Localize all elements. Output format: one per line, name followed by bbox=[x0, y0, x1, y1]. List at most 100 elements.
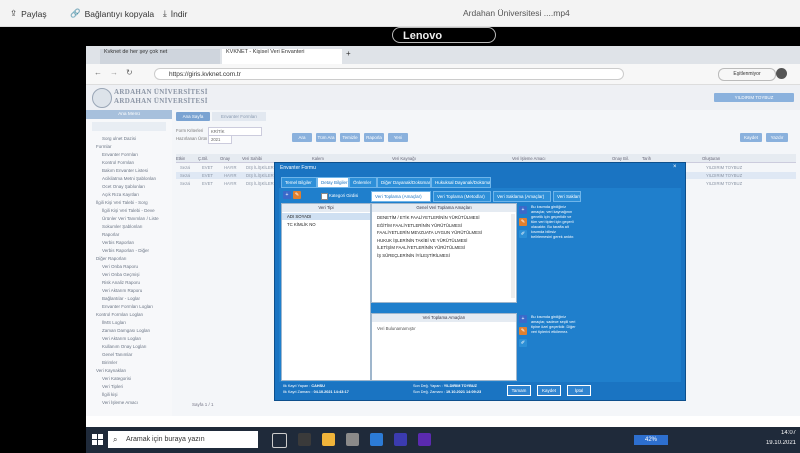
store-icon[interactable] bbox=[394, 433, 407, 446]
sidebar-item[interactable]: Ürünler Veri Tanımları / Liste bbox=[102, 216, 159, 221]
taskbar-search[interactable]: ⌕ Aramak için buraya yazın bbox=[108, 431, 258, 448]
sidebar-item[interactable]: İlgili kişi bbox=[102, 392, 118, 397]
sidebar-item[interactable]: Verbis Raporları - Diğer bbox=[102, 248, 149, 253]
new-tab-icon[interactable]: + bbox=[346, 49, 351, 58]
sidebar-item[interactable]: Veri Kategorisi bbox=[102, 376, 131, 381]
column-header[interactable]: Etkin bbox=[176, 156, 185, 161]
modal-subtab[interactable]: Veri Toplama (Metodlar) bbox=[433, 191, 491, 202]
profile-button[interactable]: Eşitlenmiyor bbox=[718, 68, 776, 81]
sidebar-item[interactable]: Ocet Onay Şablonları bbox=[102, 184, 145, 189]
tab-home[interactable]: Ana Sayfa bbox=[176, 112, 210, 121]
purpose-item[interactable]: FAALİYETLERİN MEVZUATA UYGUN YÜRÜTÜLMESİ bbox=[377, 230, 482, 235]
sidebar-item[interactable]: Veri Tipleri bbox=[102, 384, 123, 389]
purpose-item[interactable]: İLETİŞİM FAALİYETLERİNİN YÜRÜTÜLMESİ bbox=[377, 245, 465, 250]
column-header[interactable]: Kalem bbox=[312, 156, 324, 161]
sidebar-item[interactable]: Sorg ulnet Dazisi bbox=[102, 136, 136, 141]
user-button[interactable]: YILDIRIM TOYBUZ bbox=[714, 93, 794, 102]
sidebar-item[interactable]: Veri İşleme Amacı bbox=[102, 400, 138, 405]
sidebar-item[interactable]: Envanter Formları bbox=[102, 152, 138, 157]
browser-tab-2[interactable]: KVKNET - Kişisel Veri Envanteri bbox=[222, 49, 342, 64]
sidebar-item[interactable]: Birimler bbox=[102, 360, 117, 365]
save-button[interactable]: Kaydet bbox=[537, 385, 561, 396]
modal-subtab[interactable]: Veri Saklama (Amaçlar) bbox=[493, 191, 551, 202]
sidebar-item[interactable]: Raporlar bbox=[102, 232, 119, 237]
modal-tab[interactable]: Temel Bilgiler bbox=[281, 177, 317, 188]
mail-icon[interactable] bbox=[346, 433, 359, 446]
toolbar-button[interactable]: Tüm Ara bbox=[316, 133, 336, 142]
sidebar-item[interactable]: Envanter Formları Logları bbox=[102, 304, 153, 309]
sidebar-item[interactable]: İlgili Kişi Veri Talebi - Deve bbox=[102, 208, 155, 213]
refresh-icon[interactable]: ↻ bbox=[126, 68, 133, 77]
modal-subtab[interactable]: Veri Saklam bbox=[553, 191, 581, 202]
copy-link-button[interactable]: 🔗 Bağlantıyı kopyala bbox=[70, 8, 154, 19]
modal-tab[interactable]: Diğer Dayanak/Dokümanlar bbox=[377, 177, 431, 188]
browser-tab-1[interactable]: Kvknet de her şey çok net bbox=[100, 49, 220, 64]
pencil-icon[interactable]: ✐ bbox=[519, 230, 527, 238]
back-icon[interactable]: ← bbox=[94, 68, 102, 77]
sidebar-item[interactable]: İlMS Logları bbox=[102, 320, 126, 325]
url-field[interactable]: https://giris.kvknet.com.tr bbox=[154, 68, 624, 80]
close-icon[interactable]: × bbox=[673, 164, 677, 170]
sidebar-item[interactable]: Diğer Raporları bbox=[96, 256, 127, 261]
app-icon[interactable] bbox=[298, 433, 311, 446]
sidebar-item[interactable]: Risk Analiz Raporu bbox=[102, 280, 140, 285]
column-header[interactable]: Tarih bbox=[642, 156, 651, 161]
toolbar-button[interactable]: Raporla bbox=[364, 133, 384, 142]
sidebar-item[interactable]: Acikilatma Metni Şablonları bbox=[102, 176, 156, 181]
cancel-button[interactable]: İptal bbox=[567, 385, 591, 396]
action-button[interactable]: Yazdır bbox=[766, 133, 788, 142]
column-header[interactable]: Onay Bil. bbox=[612, 156, 629, 161]
download-button[interactable]: ⤓ İndir bbox=[163, 8, 187, 19]
sidebar-item[interactable]: Kullanım Onay Logları bbox=[102, 344, 147, 349]
add-icon[interactable]: + bbox=[283, 191, 291, 199]
purpose-item[interactable]: HUKUK İŞLERİNİN TAKİBİ VE YÜRÜTÜLMESİ bbox=[377, 238, 468, 243]
column-header[interactable]: Veri İşleme Amacı bbox=[512, 156, 546, 161]
battery-indicator[interactable]: 42% bbox=[634, 435, 668, 445]
sidebar-item[interactable]: Sokumler Şablonları bbox=[102, 224, 143, 229]
sidebar-item[interactable]: Formlar bbox=[96, 144, 112, 149]
category-checkbox[interactable] bbox=[321, 193, 328, 200]
edit-icon[interactable]: ✎ bbox=[519, 218, 527, 226]
scrollbar[interactable] bbox=[511, 214, 515, 298]
sidebar-item[interactable]: Veri Aktarım Raporu bbox=[102, 288, 142, 293]
sidebar-item[interactable]: Veri Aktarım Logları bbox=[102, 336, 141, 341]
sidebar-item[interactable]: Açık Rıza Kayıtları bbox=[102, 192, 139, 197]
folder-icon[interactable] bbox=[322, 433, 335, 446]
column-header[interactable]: Oluşturan bbox=[702, 156, 720, 161]
edit-icon[interactable]: ✎ bbox=[293, 191, 301, 199]
pencil-icon[interactable]: ✐ bbox=[519, 339, 527, 347]
task-view-icon[interactable] bbox=[272, 433, 287, 448]
modal-tab[interactable]: Detay Bilgiler bbox=[317, 177, 349, 188]
column-header[interactable]: Veri Kaynağı bbox=[392, 156, 416, 161]
purpose-item[interactable]: İŞ SÜREÇLERİNİN İYİLEŞTİRİLMESİ bbox=[377, 253, 450, 258]
toolbar-button[interactable]: Yeni bbox=[388, 133, 408, 142]
purpose-item[interactable]: DENETİM / ETİK FAALİYETLERİNİN YÜRÜTÜLME… bbox=[377, 215, 480, 220]
sidebar-item[interactable]: Veri Kaynakları bbox=[96, 368, 126, 373]
edge-icon[interactable] bbox=[370, 433, 383, 446]
column-header[interactable]: Ç.Bil. bbox=[198, 156, 208, 161]
action-button[interactable]: Kaydet bbox=[740, 133, 762, 142]
sidebar-item[interactable]: Kontrol Formları bbox=[102, 160, 134, 165]
sidebar-item[interactable]: Veri Onba Geçmişi bbox=[102, 272, 140, 277]
edit-icon[interactable]: ✎ bbox=[519, 327, 527, 335]
ok-button[interactable]: Tamam bbox=[507, 385, 531, 396]
share-button[interactable]: ⇪ Paylaş bbox=[10, 8, 47, 19]
avatar[interactable] bbox=[776, 68, 787, 79]
toolbar-button[interactable]: Ara bbox=[292, 133, 312, 142]
column-header[interactable]: Veri Sahibi bbox=[242, 156, 262, 161]
teams-icon[interactable] bbox=[418, 433, 431, 446]
modal-subtab[interactable]: Veri Toplama (Amaçlar) bbox=[371, 191, 431, 202]
sidebar-item[interactable]: İlgili Kişi Veri Talebi - Sorg bbox=[96, 200, 148, 205]
filter-select-2[interactable]: 2021 bbox=[208, 135, 232, 144]
sidebar-item[interactable]: Kontrol Formları Logları bbox=[96, 312, 143, 317]
tab-inventory-forms[interactable]: Envanter Formları bbox=[212, 112, 266, 121]
sidebar-item[interactable]: Verbis Raporları bbox=[102, 240, 134, 245]
add-icon[interactable]: + bbox=[519, 206, 527, 214]
data-type-item[interactable]: ADI SOYADI bbox=[287, 214, 311, 219]
sidebar-item[interactable]: Veri Onba Raporu bbox=[102, 264, 138, 269]
add-icon[interactable]: + bbox=[519, 315, 527, 323]
data-type-item[interactable]: TC KİMLİK NO bbox=[287, 222, 316, 227]
sidebar-item[interactable]: Bağlantılar - Loglar bbox=[102, 296, 140, 301]
sidebar-item[interactable]: Bakım Envanter Listesi bbox=[102, 168, 148, 173]
column-header[interactable]: Onay bbox=[220, 156, 230, 161]
